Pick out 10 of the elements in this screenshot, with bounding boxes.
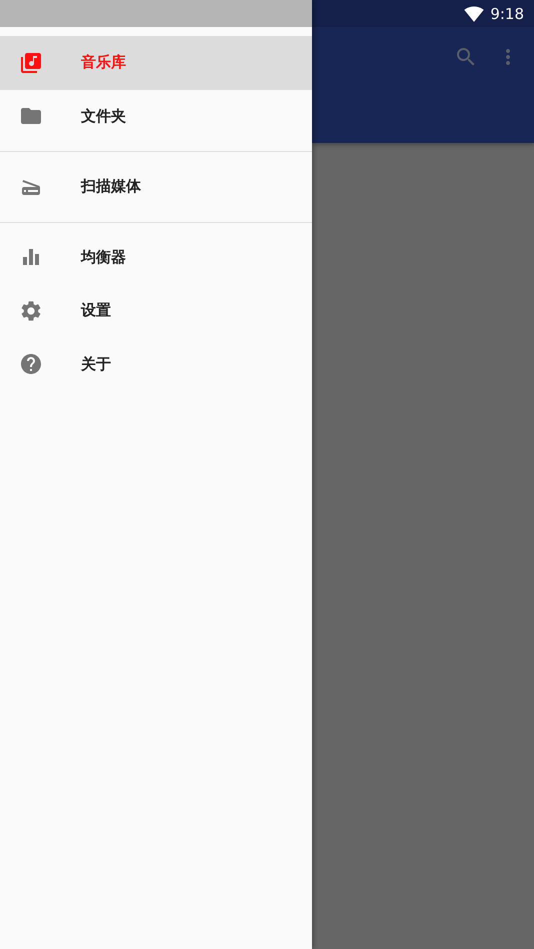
drawer-item[interactable]: 文件夹 bbox=[0, 90, 312, 143]
drawer-item[interactable]: 关于 bbox=[0, 338, 312, 391]
music-library-icon bbox=[19, 50, 43, 75]
status-time: 9:18 bbox=[490, 4, 524, 22]
settings-icon bbox=[19, 298, 43, 323]
drawer-item[interactable]: 扫描媒体 bbox=[0, 160, 312, 214]
drawer-item[interactable]: 均衡器 bbox=[0, 230, 312, 284]
help-icon bbox=[19, 352, 43, 376]
drawer-item[interactable]: 设置 bbox=[0, 284, 312, 338]
wifi-icon bbox=[464, 4, 484, 24]
